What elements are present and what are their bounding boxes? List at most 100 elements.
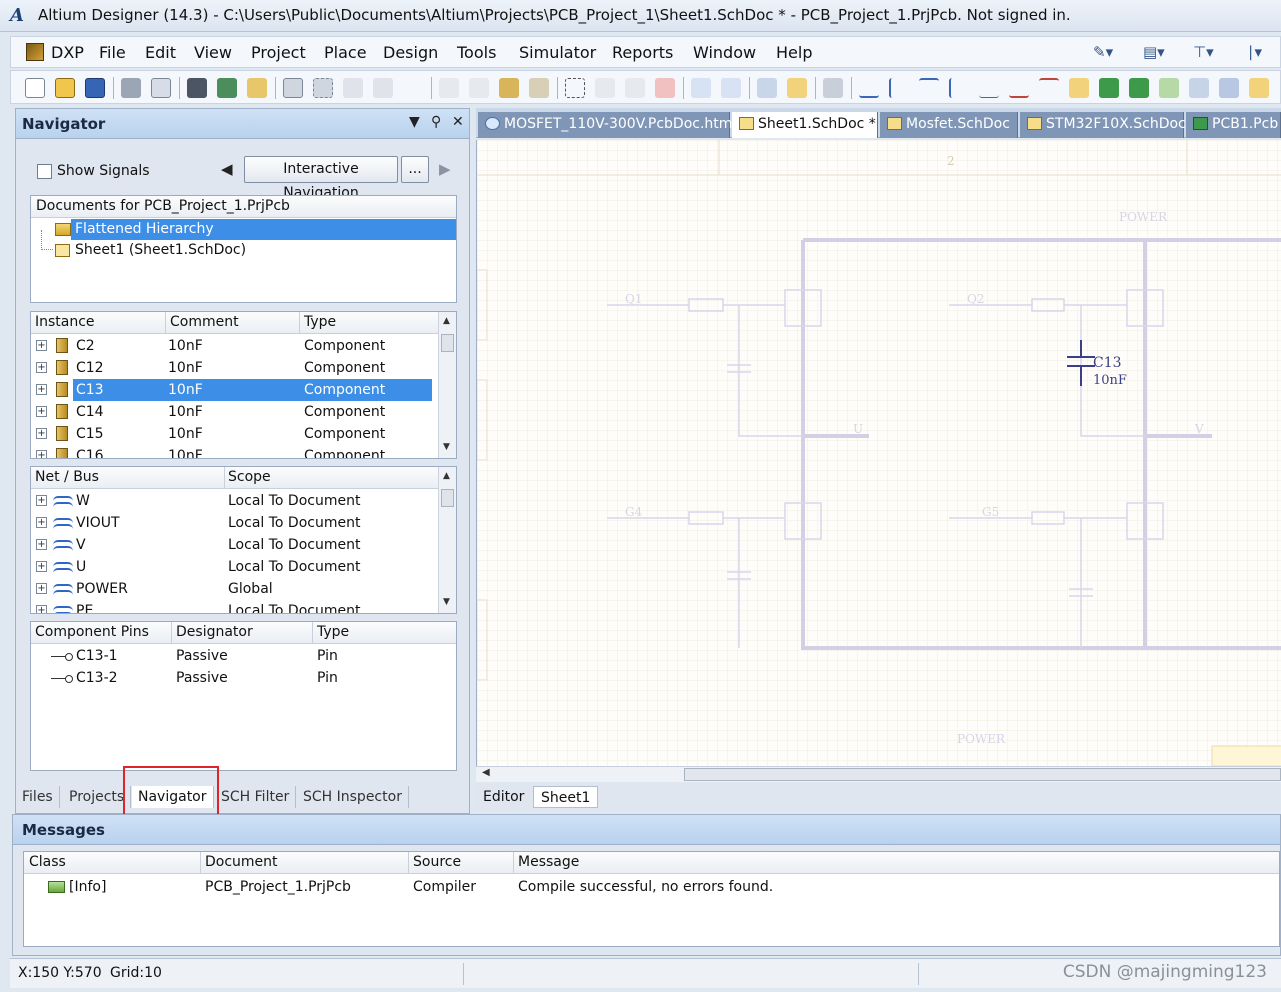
tab-sheet1-schdoc[interactable]: Sheet1.SchDoc * [732, 112, 878, 138]
table-row[interactable]: + C15 10nF Component [31, 423, 438, 445]
board-icon[interactable] [217, 78, 237, 98]
menu-project[interactable]: Project [251, 43, 306, 62]
print-icon[interactable] [121, 78, 141, 98]
select-area-icon[interactable] [565, 78, 585, 98]
align-tool-icon[interactable]: ▤▾ [1143, 43, 1165, 61]
scroll-left-arrow-icon[interactable]: ◀ [482, 767, 490, 778]
close-icon[interactable]: ✕ [452, 114, 464, 130]
save-icon[interactable] [85, 78, 105, 98]
nav-back-arrow-icon[interactable]: ◀ [221, 160, 233, 178]
table-row[interactable]: C13-2 Passive Pin [31, 667, 456, 689]
harness-entry-icon[interactable] [1219, 78, 1239, 98]
probe-tool-icon[interactable]: ∣▾ [1247, 43, 1262, 61]
col-class[interactable]: Class [29, 852, 66, 873]
menu-file[interactable]: File [99, 43, 126, 62]
tab-mosfet-schdoc[interactable]: Mosfet.SchDoc [880, 112, 1018, 138]
menu-reports[interactable]: Reports [612, 43, 673, 62]
show-signals-checkbox[interactable] [37, 164, 52, 179]
menu-help[interactable]: Help [776, 43, 812, 62]
harness-connector-icon[interactable] [1189, 78, 1209, 98]
layer-icon[interactable] [187, 78, 207, 98]
nav-forward-arrow-icon[interactable]: ▶ [439, 160, 451, 178]
undo-icon[interactable] [691, 78, 711, 98]
pin-icon[interactable]: ⚲ [431, 114, 441, 130]
folder-view-icon[interactable] [247, 78, 267, 98]
scrollbar-thumb[interactable] [684, 768, 1281, 781]
clear-filter-icon[interactable] [655, 78, 675, 98]
rubber-stamp-icon[interactable] [529, 78, 549, 98]
tab-sch-filter[interactable]: SCH Filter [215, 786, 297, 808]
menu-design[interactable]: Design [383, 43, 438, 62]
place-wire-icon[interactable] [859, 78, 879, 98]
table-row[interactable]: [Info] PCB_Project_1.PrjPcb Compiler Com… [24, 876, 1279, 898]
menu-window[interactable]: Window [693, 43, 756, 62]
instance-scrollbar[interactable]: ▲ ▼ [438, 312, 456, 458]
table-row[interactable]: + C12 10nF Component [31, 357, 438, 379]
col-message[interactable]: Message [518, 852, 579, 873]
col-pin-type[interactable]: Type [317, 622, 349, 643]
interactive-navigation-button[interactable]: Interactive Navigation [244, 156, 398, 201]
schematic-canvas[interactable]: 2 C13 10nF POWER POWER Q1 Q2 G4 G5 U V [476, 140, 1281, 766]
vcc-port-icon[interactable] [1039, 78, 1059, 98]
col-scope[interactable]: Scope [228, 467, 271, 488]
wiring-tool-icon[interactable]: ✎▾ [1093, 43, 1113, 61]
tree-item-flattened-hierarchy[interactable]: Flattened Hierarchy [71, 219, 456, 240]
open-file-icon[interactable] [55, 78, 75, 98]
zoom-fit-icon[interactable] [283, 78, 303, 98]
place-signal-harness-icon[interactable] [949, 78, 969, 98]
new-file-icon[interactable] [25, 78, 45, 98]
panel-menu-icon[interactable]: ▼ [409, 114, 420, 130]
browse-library-icon[interactable] [823, 78, 843, 98]
zoom-selected-icon[interactable] [343, 78, 363, 98]
redo-icon[interactable] [721, 78, 741, 98]
tab-projects[interactable]: Projects [63, 786, 132, 808]
col-designator[interactable]: Designator [176, 622, 253, 643]
net-scrollbar[interactable]: ▲ ▼ [438, 467, 456, 613]
table-row[interactable]: + V Local To Document [31, 534, 438, 556]
table-row[interactable]: + C16 10nF Component [31, 445, 438, 458]
table-row[interactable]: + POWER Global [31, 578, 438, 600]
table-row[interactable]: + W Local To Document [31, 490, 438, 512]
place-bus-entry-icon[interactable] [919, 78, 939, 98]
net-label-icon[interactable] [979, 78, 999, 98]
move-icon[interactable] [595, 78, 615, 98]
power-tool-icon[interactable]: ⊤▾ [1193, 43, 1214, 61]
col-comment[interactable]: Comment [170, 312, 239, 333]
tab-pcb1[interactable]: PCB1.Pcb [1186, 112, 1281, 138]
cut-icon[interactable] [439, 78, 459, 98]
col-source[interactable]: Source [413, 852, 461, 873]
col-type[interactable]: Type [304, 312, 336, 333]
tab-editor[interactable]: Editor [476, 786, 531, 808]
sheet-symbol-icon[interactable] [1099, 78, 1119, 98]
table-row[interactable]: C13-1 Passive Pin [31, 645, 456, 667]
menu-simulator[interactable]: Simulator [519, 43, 596, 62]
menu-edit[interactable]: Edit [145, 43, 176, 62]
table-row[interactable]: + U Local To Document [31, 556, 438, 578]
sheet-entry-icon[interactable] [1129, 78, 1149, 98]
zoom-area-icon[interactable] [313, 78, 333, 98]
table-row[interactable]: + C14 10nF Component [31, 401, 438, 423]
col-document[interactable]: Document [205, 852, 278, 873]
menu-dxp[interactable]: DXP [51, 43, 84, 62]
port-icon[interactable] [1249, 78, 1269, 98]
place-bus-icon[interactable] [889, 78, 909, 98]
table-row-selected[interactable]: + C13 10nF Component [31, 379, 438, 401]
col-net-bus[interactable]: Net / Bus [35, 467, 99, 488]
table-row[interactable]: + PE Local To Document [31, 600, 438, 613]
gnd-port-icon[interactable] [1009, 78, 1029, 98]
col-component-pins[interactable]: Component Pins [35, 622, 149, 643]
device-sheet-icon[interactable] [1159, 78, 1179, 98]
col-instance[interactable]: Instance [35, 312, 95, 333]
tab-mosfet-pcbdoc-htm[interactable]: MOSFET_110V-300V.PcbDoc.htm [478, 112, 732, 138]
tab-files[interactable]: Files [16, 786, 60, 808]
copy-icon[interactable] [469, 78, 489, 98]
horizontal-scrollbar[interactable]: ◀ [476, 766, 1281, 782]
up-down-hierarchy-icon[interactable] [757, 78, 777, 98]
menu-place[interactable]: Place [324, 43, 367, 62]
place-part-icon[interactable] [1069, 78, 1089, 98]
zoom-filter-icon[interactable] [373, 78, 393, 98]
tab-stm32f10x-schdoc[interactable]: STM32F10X.SchDoc [1020, 112, 1186, 138]
navigation-options-button[interactable]: ... [401, 156, 429, 183]
deselect-icon[interactable] [625, 78, 645, 98]
cross-probe-icon[interactable] [787, 78, 807, 98]
